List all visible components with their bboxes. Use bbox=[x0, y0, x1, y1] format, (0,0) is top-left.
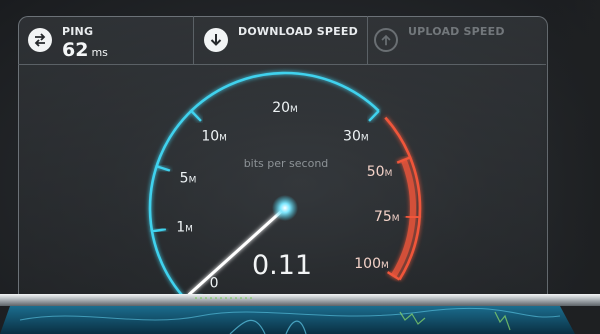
gauge-tick-label: 20M bbox=[272, 100, 298, 116]
needle-hub bbox=[272, 195, 298, 221]
gauge-tick-label: 0 bbox=[210, 275, 219, 291]
gauge-tick bbox=[190, 110, 202, 122]
gauge-tick bbox=[405, 215, 420, 219]
speedtest-screen: PING 62 ms DOWNLOAD SPEED UPLOAD SPEED 0… bbox=[0, 0, 600, 334]
gauge-tick-label: 1M bbox=[176, 220, 193, 236]
gauge-tick bbox=[156, 165, 171, 172]
gauge-tick-label: 10M bbox=[201, 129, 227, 145]
gauge-tick-label: 50M bbox=[367, 164, 393, 180]
gauge-tick bbox=[368, 110, 380, 122]
speed-gauge: 0 1M 5M 10M 20M 30M 50M 75M 100M bits per second… bbox=[148, 71, 422, 307]
gauge-tick-label: 30M bbox=[343, 129, 369, 145]
gauge-tick-label: 5M bbox=[180, 170, 197, 186]
gauge-tick-label: 75M bbox=[374, 209, 400, 225]
side-shade bbox=[540, 0, 600, 334]
unit-caption: bits per second bbox=[244, 157, 329, 170]
gauge-tick-label: 100M bbox=[354, 256, 389, 272]
gauge-base bbox=[0, 294, 600, 334]
gauge-tick bbox=[151, 227, 167, 233]
speed-readout: 0.11 bbox=[252, 250, 312, 281]
